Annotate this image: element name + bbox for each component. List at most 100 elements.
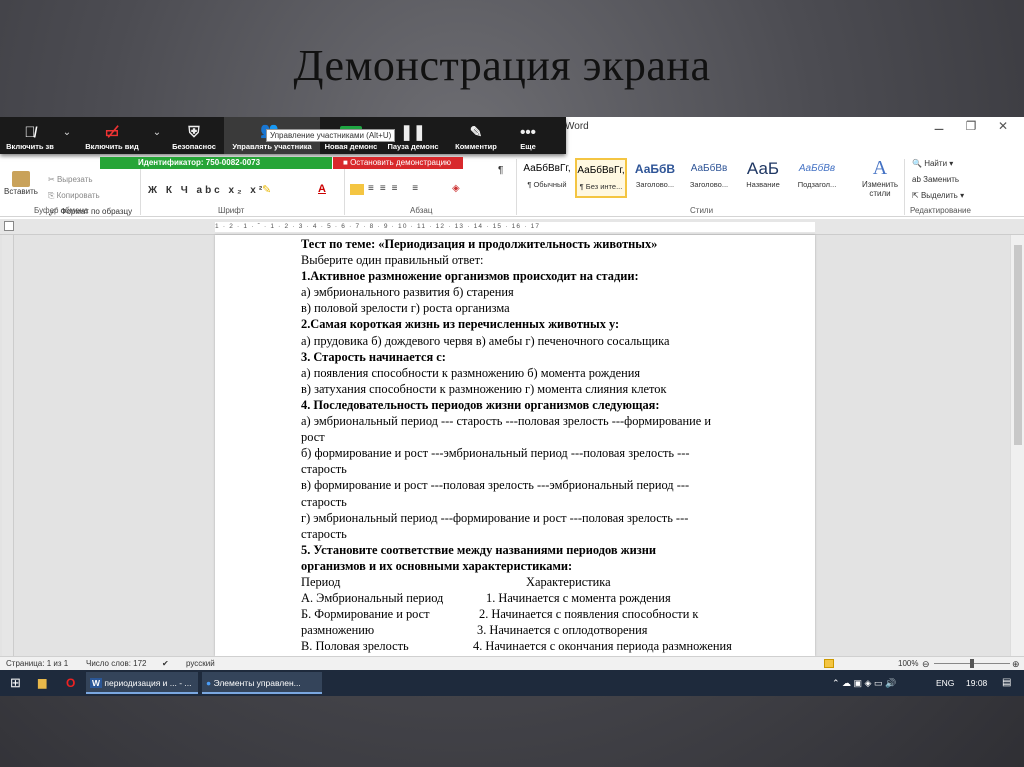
participants-tooltip: Управление участниками (Alt+U) xyxy=(266,129,396,142)
editing-group-label: Редактирование xyxy=(910,206,971,215)
chevron-down-icon[interactable]: ⌄ xyxy=(150,127,164,154)
question-line: 2.Самая короткая жизнь из перечисленных … xyxy=(301,317,620,332)
document-text[interactable]: Тест по теме: «Периодизация и продолжите… xyxy=(301,236,786,654)
vertical-scrollbar[interactable] xyxy=(1010,235,1024,656)
proofing-icon[interactable]: ✔ xyxy=(162,659,169,668)
document-page[interactable]: Тест по теме: «Периодизация и продолжите… xyxy=(215,235,815,656)
period-cell: Б. Формирование и рост xyxy=(301,607,430,622)
meeting-id-bar[interactable]: Идентификатор: 750-0082-0073 xyxy=(100,157,332,169)
font-group-label: Шрифт xyxy=(218,206,245,215)
style-normal[interactable]: АаБбВвГг, ¶ Обычный xyxy=(521,158,573,198)
language[interactable]: русский xyxy=(186,659,215,668)
notifications-icon[interactable]: ▤ xyxy=(998,672,1011,694)
divider xyxy=(516,159,517,215)
period-cell: Период xyxy=(301,574,341,589)
answer-line: старость xyxy=(301,494,347,509)
print-layout-icon[interactable] xyxy=(824,659,834,668)
match-table-row: В. Половая зрелость 4. Начинается с оконч… xyxy=(301,638,786,654)
zoom-out-icon[interactable]: ⊖ xyxy=(922,659,930,670)
paste-button[interactable]: Вставить xyxy=(4,171,38,196)
answer-line: в) половой зрелости г) роста организма xyxy=(301,301,510,316)
video-off-icon: ▭̸ xyxy=(104,124,120,141)
muted-microphone-icon: 🎙̸ xyxy=(24,124,36,141)
styles-icon: A xyxy=(872,157,888,179)
show-marks-icon[interactable]: ¶ xyxy=(498,165,503,176)
font-color-icon[interactable]: A xyxy=(318,183,326,195)
cut-button[interactable]: ✂ Вырезать xyxy=(48,175,93,184)
clipboard-group-label: Буфер обмена xyxy=(34,206,89,215)
document-area: Тест по теме: «Периодизация и продолжите… xyxy=(0,235,1024,656)
app-title: Word xyxy=(565,121,589,132)
find-button[interactable]: 🔍 Найти ▾ xyxy=(912,159,953,168)
taskbar-zoom[interactable]: ● Элементы управлен... xyxy=(202,672,322,694)
match-table-row: размножению 3. Начинается с оплодотворени… xyxy=(301,622,786,638)
paste-label: Вставить xyxy=(4,187,38,196)
highlight-icon[interactable]: ✎ xyxy=(262,183,271,196)
characteristic-cell: 3. Начинается с оплодотворения xyxy=(477,623,648,638)
input-language[interactable]: ENG xyxy=(932,672,954,694)
zoom-slider-thumb[interactable] xyxy=(970,659,974,668)
characteristic-cell: 4. Начинается с окончания периода размно… xyxy=(473,639,732,654)
shading-icon[interactable]: ◈ xyxy=(452,183,460,194)
status-bar: Страница: 1 из 1 Число слов: 172 ✔ русск… xyxy=(0,656,1024,670)
clock[interactable]: 19:08 xyxy=(962,672,987,694)
question-line: 4. Последовательность периодов жизни орг… xyxy=(301,397,660,412)
answer-line: в) затухания способности к размножению г… xyxy=(301,381,667,396)
ruler-marks: 1 · 2 · 1 · ˇ · 1 · 2 · 3 · 4 · 5 · 6 · … xyxy=(215,222,815,232)
change-styles-button[interactable]: A Изменить стили xyxy=(858,157,902,198)
zoom-app-icon: ● xyxy=(206,678,212,688)
replace-icon: ab xyxy=(912,175,921,184)
match-table-row: Период Характеристика xyxy=(301,574,786,590)
align-buttons[interactable]: ≡≡≡ ≡ xyxy=(368,183,424,194)
start-video-button[interactable]: ▭̸ Включить вид xyxy=(74,117,150,154)
pen-icon: ✎ xyxy=(469,124,483,141)
question-line: 3. Старость начинается с: xyxy=(301,349,446,364)
answer-line: а) появления способности к размножению б… xyxy=(301,365,641,380)
answer-line: а) прудовика б) дождевого червя в) амебы… xyxy=(301,333,670,348)
copy-button[interactable]: ⎘ Копировать xyxy=(48,191,100,201)
shield-icon: ⛨ xyxy=(188,124,200,141)
style-heading-2[interactable]: АаБбВв Заголово... xyxy=(683,158,735,198)
zoom-level[interactable]: 100% xyxy=(898,659,918,668)
period-cell: размножению xyxy=(301,623,375,638)
characteristic-cell: 1. Начинается с момента рождения xyxy=(486,591,671,606)
select-button[interactable]: ⇱ Выделить ▾ xyxy=(912,191,964,200)
answer-line: старость xyxy=(301,526,347,541)
security-button[interactable]: ⛨ Безопаснос xyxy=(164,117,224,154)
style-heading-1[interactable]: АаБбВ Заголово... xyxy=(629,158,681,198)
font-format-buttons[interactable]: Ж К Ч abc x₂ x² xyxy=(148,185,265,196)
file-explorer-icon[interactable]: ▆ xyxy=(34,672,46,694)
annotate-button[interactable]: ✎ Комментир xyxy=(444,117,508,154)
replace-button[interactable]: ab Заменить xyxy=(912,175,959,184)
question-line: организмов и их основными характеристика… xyxy=(301,558,573,573)
word-count[interactable]: Число слов: 172 xyxy=(86,659,146,668)
word-icon: W xyxy=(90,678,103,688)
clipboard-icon xyxy=(12,171,30,187)
horizontal-ruler[interactable]: 1 · 2 · 1 · ˇ · 1 · 2 · 3 · 4 · 5 · 6 · … xyxy=(0,219,1024,235)
restore-button[interactable]: ❐ xyxy=(956,119,986,133)
tab-selector[interactable] xyxy=(4,221,14,231)
minimize-button[interactable]: ⚊ xyxy=(924,119,954,133)
style-no-spacing[interactable]: АаБбВвГг, ¶ Без инте... xyxy=(575,158,627,198)
style-title[interactable]: АаБ Название xyxy=(737,158,789,198)
characteristic-cell: 2. Начинается с появления способности к xyxy=(479,607,699,622)
close-button[interactable]: ✕ xyxy=(988,119,1018,133)
more-button[interactable]: ••• Еще xyxy=(508,117,548,154)
page-count[interactable]: Страница: 1 из 1 xyxy=(6,659,68,668)
scrollbar-thumb[interactable] xyxy=(1014,245,1022,445)
stop-share-button[interactable]: ■ Остановить демонстрацию xyxy=(333,157,463,169)
taskbar-word[interactable]: W периодизация и ... - ... xyxy=(86,672,198,694)
start-button[interactable]: ⊞ xyxy=(6,672,21,694)
style-subtitle[interactable]: АаБбВв Подзагол... xyxy=(791,158,843,198)
match-table-row: Б. Формирование и рост 2. Начинается с по… xyxy=(301,606,786,622)
chevron-down-icon[interactable]: ⌄ xyxy=(60,127,74,154)
answer-line: рост xyxy=(301,430,325,445)
tray-icons[interactable]: ⌃ ☁ ▣ ◈ ▭ 🔊 xyxy=(828,672,896,694)
opera-icon[interactable]: O xyxy=(62,672,75,694)
zoom-in-icon[interactable]: ⊕ xyxy=(1012,659,1020,670)
word-window: Word ⚊ ❐ ✕ Вставить ✂ Вырезать ⎘ Копиров… xyxy=(0,117,1024,670)
unmute-button[interactable]: 🎙̸ Включить зв xyxy=(0,117,60,154)
question-line: 5. Установите соответствие между названи… xyxy=(301,542,657,557)
paragraph-group-label: Абзац xyxy=(410,206,433,215)
align-left-icon[interactable] xyxy=(350,184,364,195)
